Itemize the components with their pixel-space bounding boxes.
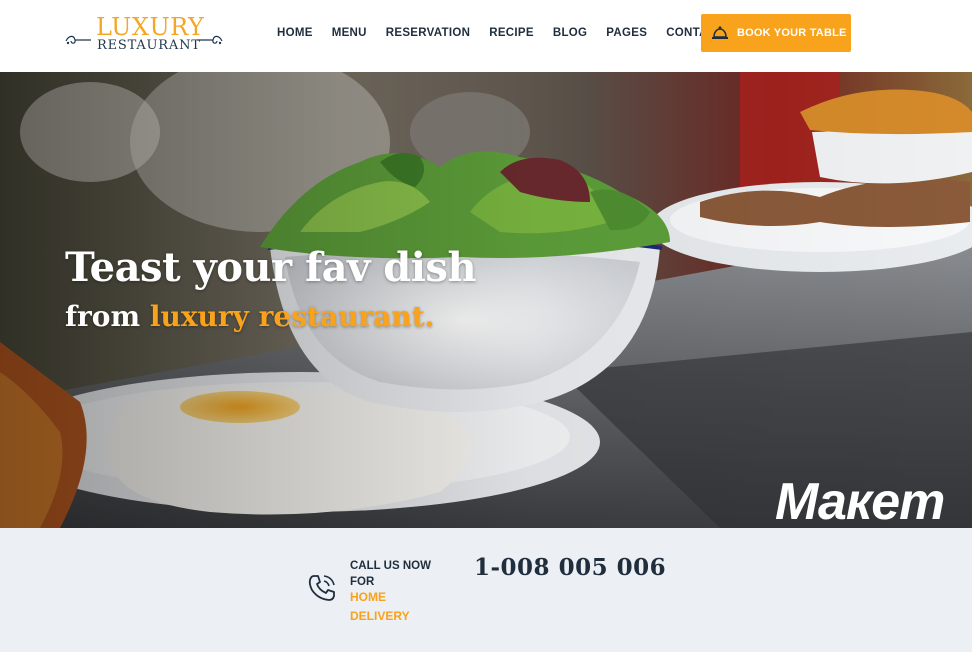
- contact-strip: CALL US NOW FOR HOME DELIVERY 1-008 005 …: [0, 528, 972, 652]
- book-table-button[interactable]: BOOK YOUR TABLE: [701, 14, 851, 52]
- hero-subtitle-prefix: from: [65, 300, 150, 333]
- book-table-label: BOOK YOUR TABLE: [737, 27, 847, 39]
- hero-title: Teast your fav dish: [65, 244, 477, 291]
- nav-item-recipe[interactable]: RECIPE: [489, 27, 534, 43]
- flourish-left-icon: [65, 35, 91, 45]
- hero-subtitle: from luxury restaurant.: [65, 300, 434, 333]
- home-delivery-label: HOME DELIVERY: [350, 590, 410, 623]
- phone-number[interactable]: 1-008 005 006: [474, 554, 666, 581]
- main-nav: HOME MENU RESERVATION RECIPE BLOG PAGES …: [277, 27, 743, 43]
- nav-item-pages[interactable]: PAGES: [606, 27, 647, 43]
- logo[interactable]: LUXURY RESTAURANT: [64, 14, 224, 56]
- nav-item-blog[interactable]: BLOG: [553, 27, 587, 43]
- nav-item-home[interactable]: HOME: [277, 27, 313, 43]
- hero-banner: Teast your fav dish from luxury restaura…: [0, 72, 972, 528]
- flourish-right-icon: [197, 35, 223, 45]
- phone-icon: [308, 575, 335, 601]
- site-header: LUXURY RESTAURANT HOME MENU RESERVATION …: [0, 0, 972, 72]
- watermark-text: Макет: [775, 473, 945, 528]
- nav-item-menu[interactable]: MENU: [332, 27, 367, 43]
- logo-bottom-text: RESTAURANT: [97, 38, 201, 53]
- call-us-label: CALL US NOW FOR: [350, 560, 431, 588]
- logo-top-text: LUXURY: [96, 13, 205, 41]
- bell-icon: [712, 26, 728, 39]
- hero-subtitle-highlight: luxury restaurant.: [149, 300, 435, 333]
- nav-item-reservation[interactable]: RESERVATION: [386, 27, 470, 43]
